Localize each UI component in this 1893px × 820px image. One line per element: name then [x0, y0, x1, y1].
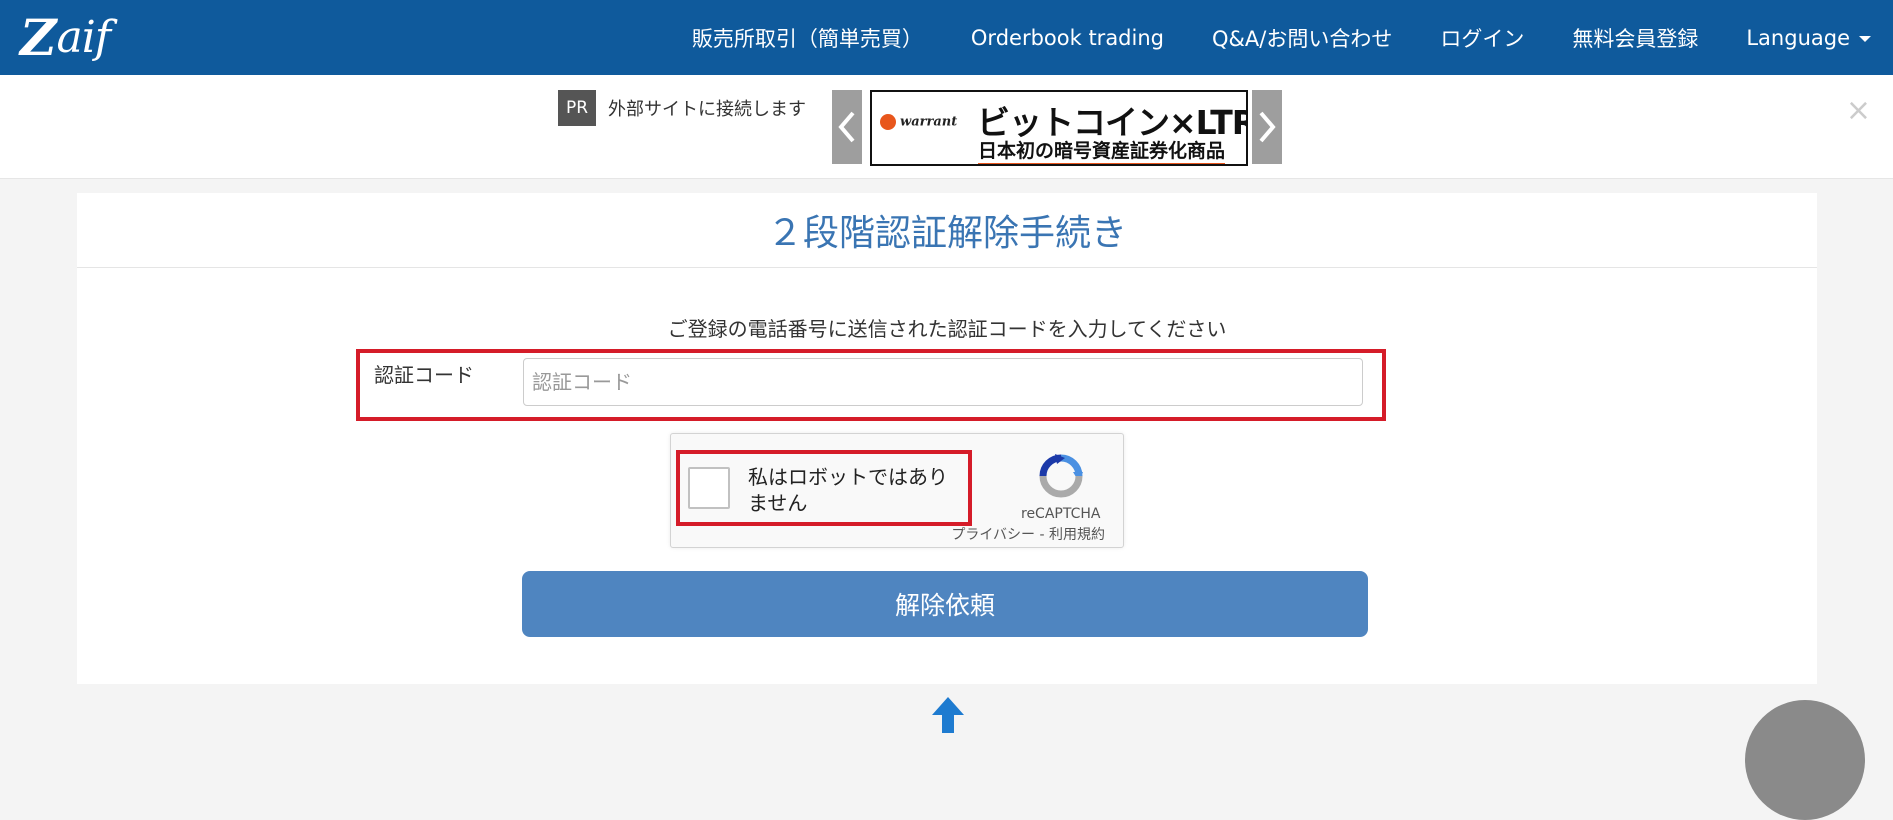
instruction-text-content: ご登録の電話番号に送信された認証コードを入力してください: [667, 317, 1227, 341]
ad-banner-area: PR 外部サイトに接続します warrant ビットコイン×LTR 日本初の暗号…: [0, 75, 1893, 179]
recaptcha-brand: reCAPTCHA: [1021, 506, 1101, 522]
auth-code-label: 認証コード: [374, 363, 474, 387]
ad-close-icon[interactable]: ×: [1846, 93, 1871, 128]
nav-item-register[interactable]: 無料会員登録: [1572, 23, 1698, 53]
recaptcha-widget: 私はロボットではありません reCAPTCHA プライバシー - 利用規約: [670, 433, 1124, 548]
top-navbar: Zaif 販売所取引（簡単売買） Orderbook trading Q&A/お…: [0, 0, 1893, 75]
unlock-2fa-card: ２段階認証解除手続き ご登録の電話番号に送信された認証コードを入力してください …: [77, 193, 1817, 684]
logo-text: aif: [56, 11, 112, 63]
banner-subline: 日本初の暗号資産証券化商品: [978, 136, 1226, 164]
auth-code-field-row: 認証コード: [356, 349, 1386, 421]
chevron-left-icon: [838, 111, 855, 143]
external-site-notice: 外部サイトに接続します: [608, 99, 806, 120]
recaptcha-icon: [1039, 454, 1083, 498]
caret-down-icon: [1859, 35, 1871, 42]
captcha-checkbox[interactable]: [688, 467, 730, 509]
banner-next-button[interactable]: [1252, 90, 1282, 164]
language-label: Language: [1746, 25, 1850, 50]
ad-banner-image[interactable]: warrant ビットコイン×LTR 日本初の暗号資産証券化商品: [870, 90, 1248, 166]
instruction-text: ご登録の電話番号に送信された認証コードを入力してください: [77, 313, 1817, 342]
unlock-request-button[interactable]: 解除依頼: [522, 571, 1368, 637]
floating-chat-button[interactable]: [1745, 700, 1865, 820]
scroll-top-arrow-icon[interactable]: [930, 695, 966, 735]
nav-item-qa-contact[interactable]: Q&A/お問い合わせ: [1212, 23, 1392, 53]
warrant-logo: warrant: [880, 114, 957, 130]
recaptcha-privacy-terms-links[interactable]: プライバシー - 利用規約: [951, 524, 1105, 544]
page-title: ２段階認証解除手続き: [77, 193, 1817, 268]
banner-prev-button[interactable]: [832, 90, 862, 164]
warrant-brand-text: warrant: [900, 114, 958, 130]
nav-menu: 販売所取引（簡単売買） Orderbook trading Q&A/お問い合わせ…: [644, 0, 1871, 75]
warrant-logo-icon: [880, 114, 896, 130]
auth-code-input[interactable]: [523, 358, 1363, 406]
pr-badge: PR: [558, 90, 596, 126]
captcha-label: 私はロボットではありません: [748, 465, 948, 515]
nav-item-orderbook-trading[interactable]: Orderbook trading: [971, 26, 1164, 50]
zaif-logo[interactable]: Zaif: [20, 8, 112, 67]
nav-item-login[interactable]: ログイン: [1440, 23, 1524, 53]
logo-mark: Z: [20, 7, 56, 67]
nav-item-simple-trade[interactable]: 販売所取引（簡単売買）: [692, 23, 923, 53]
chevron-right-icon: [1259, 111, 1276, 143]
nav-item-language[interactable]: Language: [1746, 26, 1871, 50]
